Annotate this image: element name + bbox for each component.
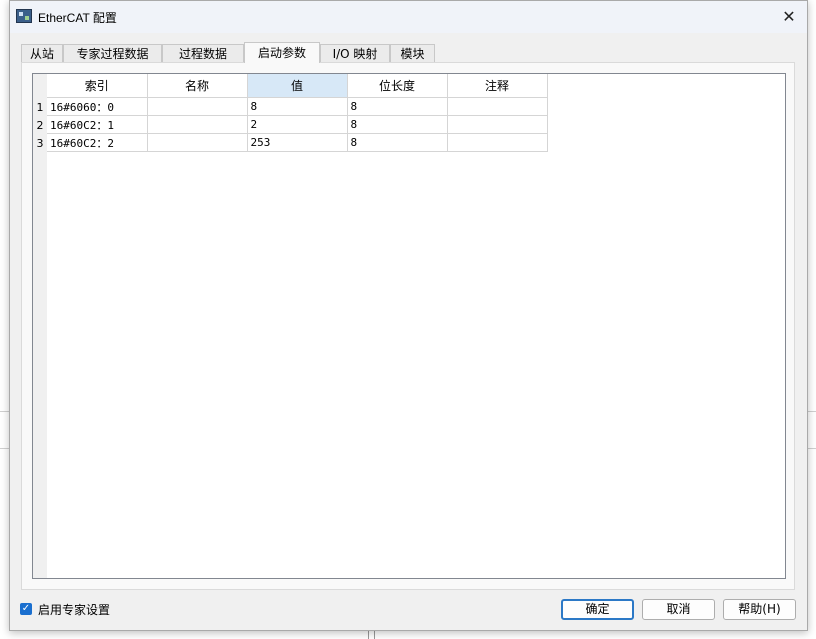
tab-io-mapping[interactable]: I/O 映射	[320, 44, 390, 62]
cancel-button[interactable]: 取消	[642, 599, 715, 620]
tab-process-data[interactable]: 过程数据	[162, 44, 244, 62]
table-row[interactable]: 16#60C2：2 253 8	[47, 133, 548, 152]
parameters-table: 索引 名称 值 位长度 注释 16#6060：0 8 8 16#60C2：1 2…	[47, 74, 548, 152]
cell-index[interactable]: 16#60C2：1	[47, 115, 148, 134]
cell-name[interactable]	[147, 97, 248, 116]
cell-bit-length[interactable]: 8	[347, 97, 448, 116]
cell-bit-length[interactable]: 8	[347, 133, 448, 152]
enable-expert-settings-checkbox[interactable]: ✓ 启用专家设置	[20, 601, 110, 617]
tab-startup-parameters[interactable]: 启动参数	[244, 42, 320, 63]
enable-expert-settings-label: 启用专家设置	[38, 602, 111, 617]
window-title: EtherCAT 配置	[38, 11, 117, 25]
help-button[interactable]: 帮助(H)	[723, 599, 796, 620]
tab-modules[interactable]: 模块	[390, 44, 435, 62]
cell-value[interactable]: 253	[247, 133, 348, 152]
cell-bit-length[interactable]: 8	[347, 115, 448, 134]
column-header-comment[interactable]: 注释	[447, 74, 548, 98]
ethercat-app-icon	[16, 9, 32, 23]
background-splitter-handle	[368, 630, 375, 639]
cell-name[interactable]	[147, 115, 248, 134]
column-header-index[interactable]: 索引	[47, 74, 148, 98]
tab-panel: 1 2 3 索引 名称 值 位长度 注释 16#6060：0 8 8 16#60…	[21, 62, 795, 590]
table-row[interactable]: 16#6060：0 8 8	[47, 97, 548, 116]
column-header-value[interactable]: 值	[247, 74, 348, 98]
row-number: 3	[36, 137, 44, 150]
background-divider	[808, 411, 816, 412]
column-header-bit-length[interactable]: 位长度	[347, 74, 448, 98]
background-divider	[808, 448, 816, 449]
ok-button[interactable]: 确定	[561, 599, 634, 620]
checkmark-icon[interactable]: ✓	[20, 603, 32, 615]
cell-comment[interactable]	[447, 115, 548, 134]
cell-comment[interactable]	[447, 133, 548, 152]
row-number: 2	[36, 119, 44, 132]
cell-index[interactable]: 16#60C2：2	[47, 133, 148, 152]
cell-index[interactable]: 16#6060：0	[47, 97, 148, 116]
tab-slave[interactable]: 从站	[21, 44, 63, 62]
cell-name[interactable]	[147, 133, 248, 152]
cell-value[interactable]: 2	[247, 115, 348, 134]
row-number: 1	[36, 101, 44, 114]
close-icon[interactable]: ✕	[775, 3, 803, 31]
tab-expert-process-data[interactable]: 专家过程数据	[63, 44, 162, 62]
column-header-name[interactable]: 名称	[147, 74, 248, 98]
cell-comment[interactable]	[447, 97, 548, 116]
startup-parameters-grid[interactable]: 1 2 3 索引 名称 值 位长度 注释 16#6060：0 8 8 16#60…	[32, 73, 786, 579]
table-row[interactable]: 16#60C2：1 2 8	[47, 115, 548, 134]
cell-value[interactable]: 8	[247, 97, 348, 116]
title-bar: EtherCAT 配置 ✕	[10, 1, 807, 33]
ethercat-config-dialog: EtherCAT 配置 ✕ 从站 专家过程数据 过程数据 启动参数 I/O 映射…	[9, 0, 808, 631]
row-header-column: 1 2 3	[33, 74, 47, 578]
